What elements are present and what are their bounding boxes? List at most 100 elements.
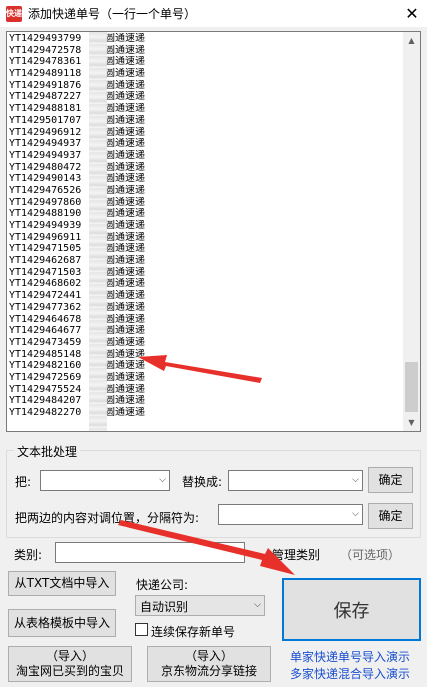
- tracking-number-prefix: YT1429471503: [9, 266, 82, 278]
- tracking-number-prefix: YT1429464677: [9, 325, 82, 337]
- courier-label: 快递公司:: [136, 578, 189, 592]
- keep-saving-checkbox[interactable]: [135, 623, 148, 636]
- tracking-number-prefix: YT1429482270: [9, 407, 82, 418]
- tracking-number-prefix: YT1429468602: [9, 278, 82, 290]
- confirm-replace-button[interactable]: 确定: [368, 467, 413, 493]
- scroll-thumb[interactable]: [405, 362, 418, 412]
- chevron-down-icon: ⌵: [254, 600, 261, 610]
- chevron-down-icon: ⌵: [234, 547, 241, 557]
- courier-selected-value: 自动识别: [140, 600, 189, 614]
- chevron-down-icon: ⌵: [352, 509, 359, 519]
- tracking-lines: YT1429493799 圆通速递 YT1429472578 圆通速递 YT142947…: [9, 33, 401, 419]
- category-label: 类别:: [14, 548, 43, 562]
- courier-name: 圆通速递: [105, 383, 145, 395]
- tracking-number-prefix: YT1429497860: [9, 196, 82, 208]
- courier-name: 圆通速递: [105, 33, 145, 44]
- replace-label: 替换成:: [182, 475, 223, 489]
- replace-combo[interactable]: ⌵: [228, 470, 363, 491]
- import-jd-bottom-label: 京东物流分享链接: [160, 664, 257, 678]
- import-jd-button[interactable]: （导入） 京东物流分享链接: [147, 646, 271, 682]
- courier-name: 圆通速递: [105, 395, 145, 407]
- tracking-number-prefix: YT1429493799: [9, 33, 82, 44]
- tracking-line: YT1429482160 圆通速递: [9, 360, 401, 372]
- courier-name: 圆通速递: [105, 149, 145, 161]
- tracking-line: YT1429480472 圆通速递: [9, 162, 401, 174]
- text-processing-legend: 文本批处理: [14, 443, 81, 460]
- courier-name: 圆通速递: [105, 184, 145, 196]
- tracking-number-prefix: YT1429480472: [9, 161, 82, 173]
- tracking-line: YT1429475524 圆通速递: [9, 384, 401, 396]
- tracking-number-prefix: YT1429464678: [9, 313, 82, 325]
- import-table-button[interactable]: 从表格模板中导入: [8, 609, 116, 637]
- tracking-line: YT1429488190 圆通速递: [9, 208, 401, 220]
- courier-name: 圆通速递: [105, 301, 145, 313]
- single-demo-link[interactable]: 单家快递单号导入演示: [290, 648, 410, 665]
- courier-name: 圆通速递: [105, 44, 145, 56]
- close-icon[interactable]: ✕: [397, 0, 427, 27]
- tracking-line: YT1429472578 圆通速递: [9, 45, 401, 57]
- scroll-down-icon[interactable]: ▼: [403, 414, 420, 431]
- tracking-line: YT1429489118 圆通速递: [9, 68, 401, 80]
- courier-name: 圆通速递: [105, 371, 145, 383]
- multi-demo-link[interactable]: 多家快递混合导入演示: [290, 665, 410, 682]
- redaction-blur: [89, 32, 107, 431]
- from-combo[interactable]: ⌵: [40, 470, 170, 491]
- tracking-number-prefix: YT1429496912: [9, 126, 82, 138]
- courier-name: 圆通速递: [105, 68, 145, 80]
- courier-name: 圆通速递: [105, 208, 145, 220]
- tracking-number-prefix: YT1429488190: [9, 208, 82, 220]
- courier-name: 圆通速递: [105, 138, 145, 150]
- courier-name: 圆通速递: [105, 407, 145, 418]
- tracking-number-prefix: YT1429472441: [9, 290, 82, 302]
- tracking-numbers-textarea[interactable]: YT1429493799 圆通速递 YT1429472578 圆通速递 YT142947…: [6, 31, 421, 432]
- tracking-line: YT1429472569 圆通速递: [9, 372, 401, 384]
- import-txt-button[interactable]: 从TXT文档中导入: [8, 571, 116, 596]
- tracking-line: YT1429471503 圆通速递: [9, 267, 401, 279]
- courier-name: 圆通速递: [105, 255, 145, 267]
- tracking-line: YT1429488181 圆通速递: [9, 103, 401, 115]
- tracking-line: YT1429497860 圆通速递: [9, 197, 401, 209]
- chevron-down-icon: ⌵: [352, 475, 359, 485]
- courier-name: 圆通速递: [105, 56, 145, 68]
- window-title: 添加快递单号（一行一个单号）: [28, 7, 197, 21]
- tracking-line: YT1429485148 圆通速递: [9, 349, 401, 361]
- tracking-line: YT1429484207 圆通速递: [9, 395, 401, 407]
- category-combo[interactable]: ⌵: [55, 542, 245, 563]
- tracking-line: YT1429473459 圆通速递: [9, 337, 401, 349]
- tracking-number-prefix: YT1429482160: [9, 360, 82, 372]
- confirm-swap-button[interactable]: 确定: [368, 503, 413, 529]
- scroll-up-icon[interactable]: ▲: [403, 32, 420, 49]
- tracking-number-prefix: YT1429462687: [9, 255, 82, 267]
- courier-combo[interactable]: 自动识别 ⌵: [135, 595, 265, 616]
- tracking-line: YT1429496911 圆通速递: [9, 232, 401, 244]
- tracking-line: YT1429496912 圆通速递: [9, 127, 401, 139]
- save-button[interactable]: 保存: [282, 578, 421, 641]
- courier-name: 圆通速递: [105, 290, 145, 302]
- tracking-number-prefix: YT1429491876: [9, 79, 82, 91]
- title-bar: 快递 添加快递单号（一行一个单号） ✕: [0, 0, 427, 27]
- tracking-line: YT1429493799 圆通速递: [9, 33, 401, 45]
- import-taobao-button[interactable]: （导入） 淘宝网已买到的宝贝: [8, 646, 132, 682]
- courier-name: 圆通速递: [105, 196, 145, 208]
- tracking-number-prefix: YT1429501707: [9, 114, 82, 126]
- courier-name: 圆通速递: [105, 313, 145, 325]
- courier-name: 圆通速递: [105, 91, 145, 103]
- separator-combo[interactable]: ⌵: [218, 504, 363, 525]
- courier-name: 圆通速递: [105, 278, 145, 290]
- from-label: 把:: [15, 475, 32, 489]
- import-jd-top-label: （导入）: [184, 649, 233, 663]
- tracking-number-prefix: YT1429477362: [9, 301, 82, 313]
- courier-name: 圆通速递: [105, 266, 145, 278]
- courier-name: 圆通速递: [105, 79, 145, 91]
- vertical-scrollbar[interactable]: ▲ ▼: [403, 32, 420, 431]
- courier-name: 圆通速递: [105, 103, 145, 115]
- tracking-number-prefix: YT1429494937: [9, 138, 82, 150]
- manage-category-link[interactable]: +管理类别: [262, 546, 320, 563]
- tracking-line: YT1429491876 圆通速递: [9, 80, 401, 92]
- tracking-number-prefix: YT1429472578: [9, 44, 82, 56]
- courier-name: 圆通速递: [105, 243, 145, 255]
- courier-name: 圆通速递: [105, 348, 145, 360]
- tracking-number-prefix: YT1429496911: [9, 231, 82, 243]
- tracking-number-prefix: YT1429471505: [9, 243, 82, 255]
- tracking-line: YT1429477362 圆通速递: [9, 302, 401, 314]
